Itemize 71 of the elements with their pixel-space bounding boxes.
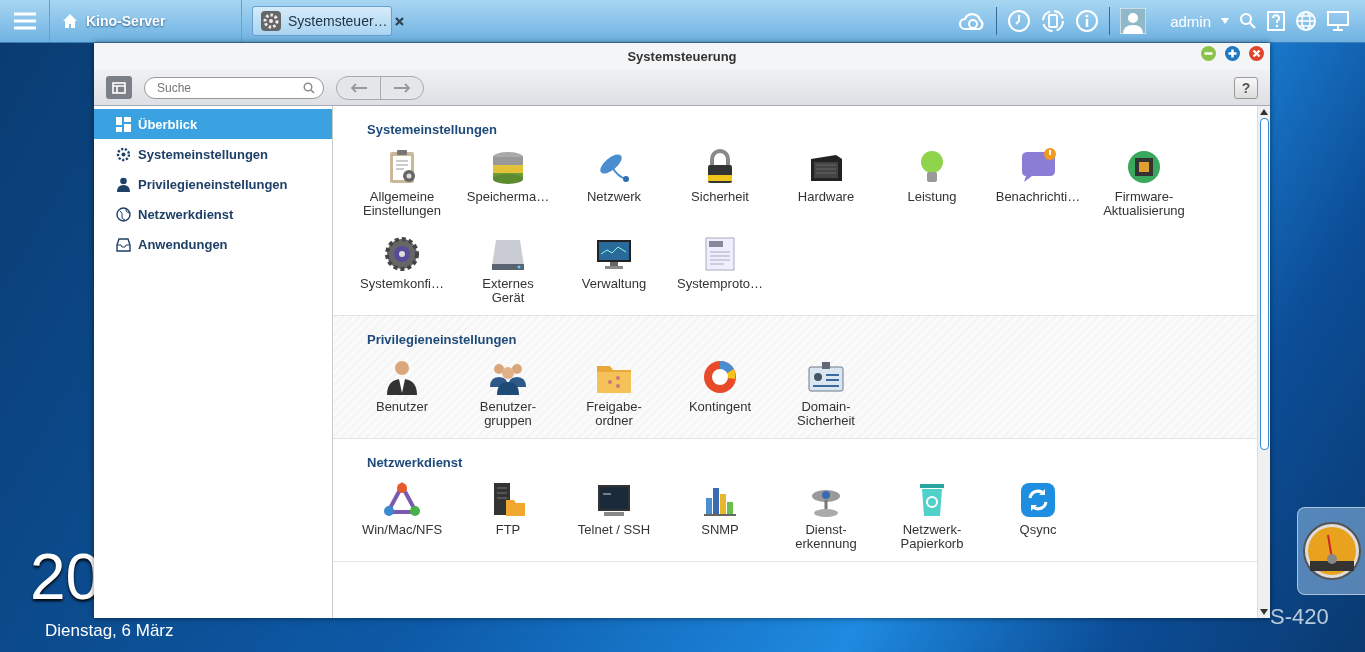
settings-item[interactable]: Speicherma… xyxy=(455,147,561,218)
gear-icon xyxy=(382,234,422,274)
settings-item[interactable]: Benutzer- gruppen xyxy=(455,357,561,428)
settings-item[interactable]: Sicherheit xyxy=(667,147,773,218)
left-arrow-icon xyxy=(349,82,368,93)
settings-item[interactable]: Qsync xyxy=(985,480,1091,551)
gear-icon xyxy=(261,11,281,31)
settings-item[interactable]: Netzwerk- Papierkorb xyxy=(879,480,985,551)
section-heading: Systemeinstellungen xyxy=(367,122,499,137)
settings-item[interactable]: Hardware xyxy=(773,147,879,218)
settings-item[interactable]: Domain- Sicherheit xyxy=(773,357,879,428)
help-icon[interactable] xyxy=(1267,11,1285,31)
search-icon xyxy=(303,81,315,94)
close-icon[interactable] xyxy=(394,16,404,26)
up-arrow-icon[interactable] xyxy=(1260,109,1268,115)
settings-item[interactable]: Allgemeine Einstellungen xyxy=(349,147,455,218)
monitor-icon[interactable] xyxy=(1327,11,1349,31)
settings-item[interactable]: Externes Gerät xyxy=(455,234,561,305)
layout-toggle-button[interactable] xyxy=(106,76,132,99)
desktop-clock: 20 xyxy=(30,540,102,614)
sidebar-item[interactable]: Privilegieneinstellungen xyxy=(94,169,332,199)
settings-item[interactable]: Systemproto… xyxy=(667,234,773,305)
grid-icon xyxy=(116,116,131,132)
settings-item[interactable]: Verwaltung xyxy=(561,234,667,305)
settings-item[interactable]: Win/Mac/NFS xyxy=(349,480,455,551)
down-arrow-icon[interactable] xyxy=(1260,609,1268,615)
sync-icon xyxy=(1018,480,1058,520)
desktop-date: Dienstag, 6 März xyxy=(45,621,174,641)
window-title: Systemsteuerung xyxy=(627,49,737,64)
scrollbar-thumb[interactable] xyxy=(1259,118,1269,450)
search-icon[interactable] xyxy=(1239,12,1257,30)
globe-icon[interactable] xyxy=(1295,10,1317,32)
close-icon[interactable] xyxy=(1249,46,1264,61)
home-icon xyxy=(62,13,78,29)
section-heading: Privilegieneinstellungen xyxy=(367,332,518,347)
caret-icon[interactable] xyxy=(1221,18,1229,24)
settings-item[interactable]: Firmware- Aktualisierung xyxy=(1091,147,1197,218)
search-field[interactable]: Suche xyxy=(144,76,324,99)
scrollbar[interactable] xyxy=(1257,106,1270,618)
user-icon xyxy=(116,176,131,192)
minimize-icon[interactable] xyxy=(1201,46,1216,61)
device-name: S-420 xyxy=(1270,604,1329,630)
globe-icon xyxy=(116,206,131,222)
sidebar-item[interactable]: Netzwerkdienst xyxy=(94,199,332,229)
settings-item[interactable]: Leistung xyxy=(879,147,985,218)
avatar-icon[interactable] xyxy=(1120,8,1147,34)
section-heading: Netzwerkdienst xyxy=(367,455,464,470)
maximize-icon[interactable] xyxy=(1225,46,1240,61)
settings-item[interactable]: Telnet / SSH xyxy=(561,480,667,551)
settings-item[interactable]: Dienst- erkennung xyxy=(773,480,879,551)
info-icon[interactable] xyxy=(1075,9,1100,33)
settings-item[interactable]: FTP xyxy=(455,480,561,551)
settings-item[interactable]: Netzwerk xyxy=(561,147,667,218)
settings-item[interactable]: Kontingent xyxy=(667,357,773,428)
settings-item[interactable]: Systemkonfi… xyxy=(349,234,455,305)
right-arrow-icon xyxy=(393,82,411,93)
settings-item[interactable]: SNMP xyxy=(667,480,773,551)
settings-item[interactable]: Freigabe- ordner xyxy=(561,357,667,428)
gauge-icon xyxy=(1302,521,1362,581)
phone-sync-icon[interactable] xyxy=(1041,9,1066,33)
dashboard-widget[interactable] xyxy=(1297,507,1365,595)
clock-icon[interactable] xyxy=(1007,9,1032,33)
gear-icon xyxy=(116,146,131,162)
panel-layout-icon xyxy=(112,81,126,94)
sidebar-item[interactable]: Anwendungen xyxy=(94,229,332,259)
tray-icon xyxy=(116,236,131,252)
help-button[interactable]: ? xyxy=(1234,76,1258,99)
sidebar-item[interactable]: Systemeinstellungen xyxy=(94,139,332,169)
menu-icon xyxy=(13,12,36,30)
settings-item[interactable]: Benachrichti… xyxy=(985,147,1091,218)
settings-item[interactable]: Benutzer xyxy=(349,357,455,428)
